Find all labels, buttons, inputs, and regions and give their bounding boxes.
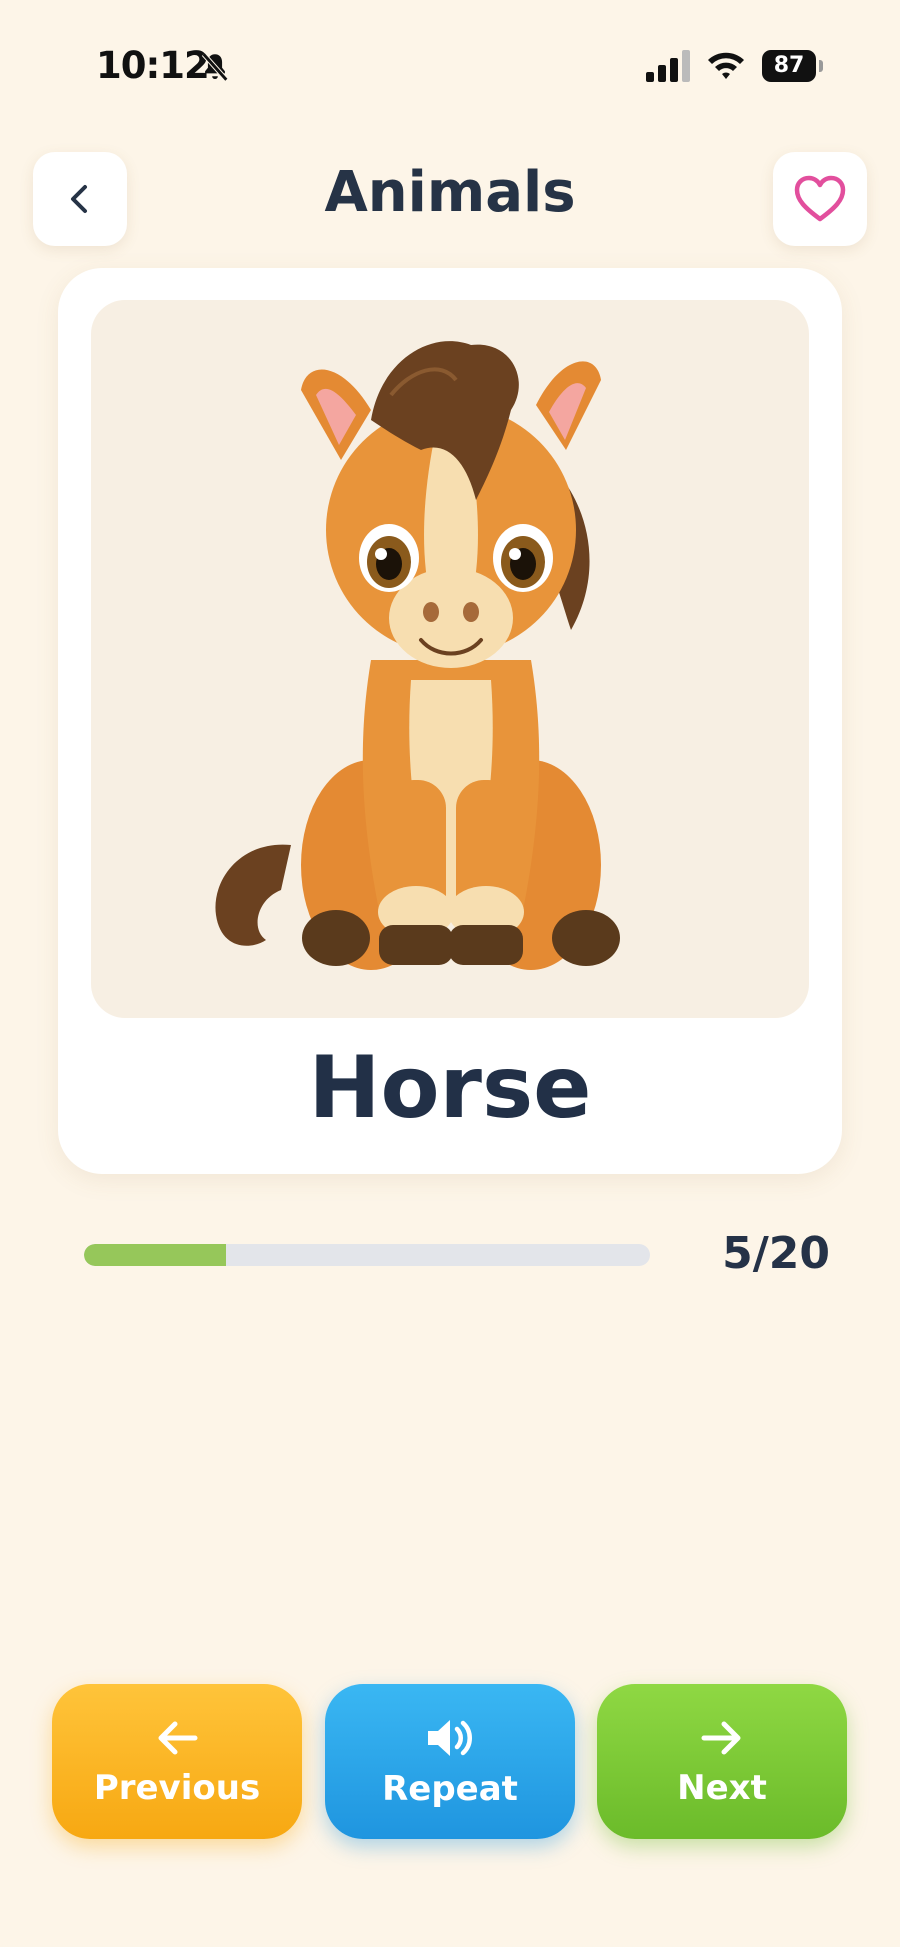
favorite-button[interactable] xyxy=(773,152,867,246)
cellular-signal-icon xyxy=(646,50,690,82)
next-button[interactable]: Next xyxy=(597,1684,847,1839)
previous-button[interactable]: Previous xyxy=(52,1684,302,1839)
progress-fill xyxy=(84,1244,226,1266)
flashcard[interactable]: Horse xyxy=(58,268,842,1174)
arrow-left-icon xyxy=(158,1721,198,1754)
card-word: Horse xyxy=(308,1038,592,1138)
bell-off-icon xyxy=(201,52,229,82)
progress-bar xyxy=(84,1244,650,1266)
page-title: Animals xyxy=(324,160,576,225)
repeat-label: Repeat xyxy=(382,1768,518,1809)
wifi-icon xyxy=(708,52,744,79)
battery-level: 87 xyxy=(762,50,816,82)
status-time: 10:12 xyxy=(96,44,210,87)
progress-counter: 5/20 xyxy=(722,1228,830,1279)
next-label: Next xyxy=(677,1767,767,1808)
animal-illustration xyxy=(91,300,809,1018)
speaker-icon xyxy=(428,1719,472,1756)
repeat-button[interactable]: Repeat xyxy=(325,1684,575,1839)
battery-indicator: 87 xyxy=(762,50,824,82)
heart-icon xyxy=(794,175,846,222)
status-bar: 10:12 87 xyxy=(0,0,900,130)
previous-label: Previous xyxy=(93,1767,261,1808)
battery-cap xyxy=(819,60,823,72)
horse-illustration xyxy=(215,341,620,970)
arrow-right-icon xyxy=(701,1721,741,1754)
